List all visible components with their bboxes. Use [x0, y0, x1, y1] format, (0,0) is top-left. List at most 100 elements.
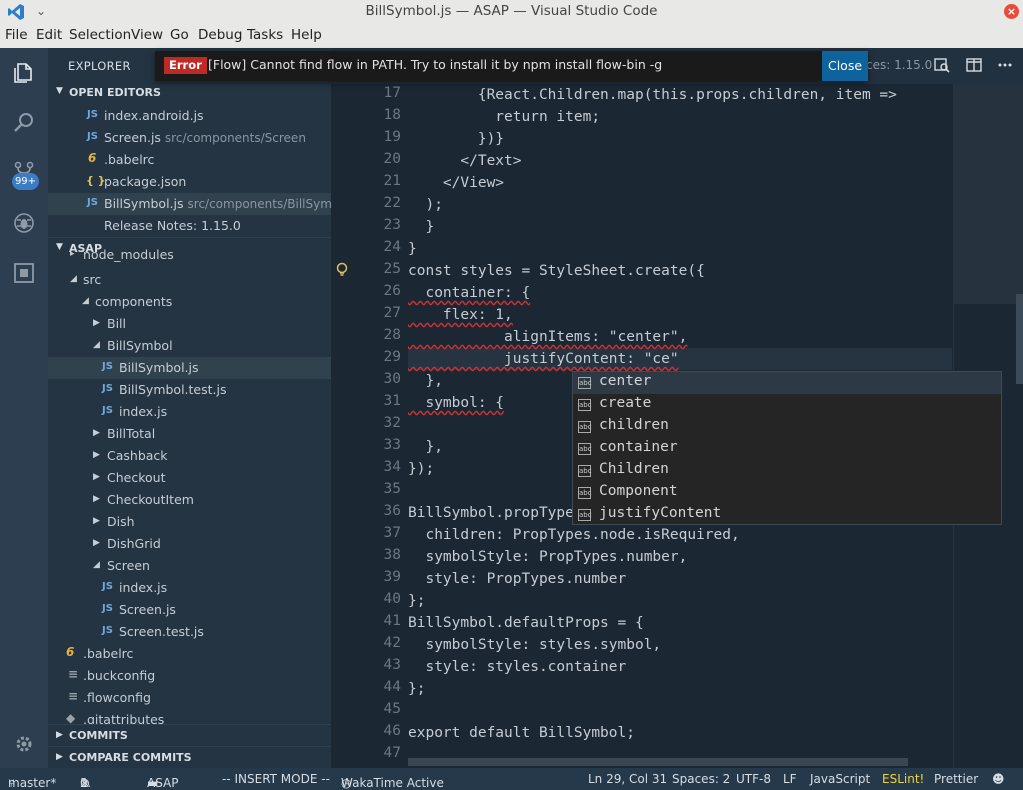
tree-file[interactable]: JS BillSymbol.test.js: [48, 379, 331, 401]
activity-bar: 99+: [0, 48, 48, 768]
chevron-right-icon: ▶: [93, 450, 100, 460]
horizontal-scrollbar[interactable]: [408, 758, 908, 766]
suggestion-item[interactable]: abc container: [573, 438, 1001, 460]
menu-go[interactable]: Go: [170, 27, 189, 43]
config-file-icon: ≡: [68, 689, 79, 703]
compare-commits-header[interactable]: ▶ COMPARE COMMITS: [48, 746, 331, 768]
settings-gear-icon[interactable]: [12, 732, 36, 756]
tree-folder[interactable]: ▶ Dish: [48, 511, 331, 533]
chevron-right-icon: ▶: [93, 318, 100, 328]
cursor-position[interactable]: Ln 29, Col 31: [588, 772, 667, 786]
suggestion-item[interactable]: abc Component: [573, 482, 1001, 504]
menu-debug[interactable]: Debug: [198, 27, 242, 43]
code-line: symbolStyle: styles.symbol,: [408, 637, 662, 653]
tree-folder[interactable]: ◢ BillSymbol: [48, 335, 331, 357]
code-line: return item;: [408, 109, 601, 125]
menu-view[interactable]: View: [131, 27, 163, 43]
notification-close-button[interactable]: Close: [822, 51, 868, 81]
tree-folder[interactable]: ◢ components: [48, 291, 331, 313]
tree-folder[interactable]: ◢ src: [48, 269, 331, 291]
line-ending[interactable]: LF: [783, 772, 797, 786]
text-word-icon: abc: [578, 487, 592, 499]
source-control-badge: 99+: [12, 173, 39, 190]
tab-release-notes-partial[interactable]: ces: 1.15.0: [866, 58, 932, 72]
menu-tasks[interactable]: Tasks: [247, 27, 283, 43]
chevron-right-icon: ▸: [70, 249, 75, 259]
js-file-icon: JS: [87, 131, 98, 142]
open-editor-item-active[interactable]: JS BillSymbol.js src/components/BillSym.…: [48, 193, 331, 215]
open-preview-icon[interactable]: [933, 56, 951, 74]
text-word-icon: abc: [578, 399, 592, 411]
code-line: })}: [408, 131, 505, 147]
text-word-icon: abc: [578, 509, 592, 521]
tree-file-active[interactable]: JS BillSymbol.js: [48, 357, 331, 379]
debug-icon[interactable]: [12, 211, 36, 235]
tree-folder[interactable]: ◢ Screen: [48, 555, 331, 577]
feedback-smiley-icon[interactable]: ☻: [992, 772, 1005, 786]
js-file-icon: JS: [102, 581, 113, 592]
eslint-status[interactable]: ESLint!: [882, 772, 924, 786]
split-editor-icon[interactable]: [965, 56, 983, 74]
open-editor-item[interactable]: { } package.json: [48, 171, 331, 193]
suggestion-item[interactable]: abc create: [573, 394, 1001, 416]
code-line: {React.Children.map(this.props.children,…: [408, 87, 897, 103]
explorer-icon[interactable]: [12, 61, 36, 85]
code-line: export default BillSymbol;: [408, 725, 635, 741]
language-mode[interactable]: JavaScript: [810, 772, 870, 786]
lightbulb-icon[interactable]: [336, 262, 348, 278]
open-editor-item[interactable]: 6 .babelrc: [48, 149, 331, 171]
tree-file[interactable]: JS index.js: [48, 577, 331, 599]
babel-file-icon: 6: [88, 151, 97, 165]
window-close-button[interactable]: ×: [1004, 4, 1019, 19]
tree-folder[interactable]: ▶ Bill: [48, 313, 331, 335]
search-icon[interactable]: [12, 111, 36, 135]
chevron-right-icon: ▶: [56, 752, 63, 762]
suggestion-item[interactable]: abc center: [573, 372, 1001, 394]
babel-file-icon: 6: [66, 645, 75, 659]
menu-help[interactable]: Help: [291, 27, 322, 43]
suggestion-item[interactable]: abc justifyContent: [573, 504, 1001, 526]
more-actions-icon[interactable]: [996, 56, 1014, 74]
menu-edit[interactable]: Edit: [36, 27, 62, 43]
tree-file[interactable]: JS index.js: [48, 401, 331, 423]
vertical-scrollbar[interactable]: [1016, 294, 1023, 384]
open-editor-item[interactable]: JS Screen.js src/components/Screen: [48, 127, 331, 149]
open-editor-item[interactable]: JS index.android.js: [48, 105, 331, 127]
js-file-icon: JS: [102, 383, 113, 394]
encoding[interactable]: UTF-8: [736, 772, 771, 786]
error-badge: Error: [164, 57, 207, 74]
vim-mode: -- INSERT MODE --: [222, 772, 330, 786]
tree-file[interactable]: JS Screen.test.js: [48, 621, 331, 643]
tree-file[interactable]: 6 .babelrc: [48, 643, 331, 665]
prettier-status[interactable]: Prettier: [934, 772, 978, 786]
status-bar: ⑂ master* ⊗ 1 ⚠ 0 ▬ ASAP -- INSERT MODE …: [0, 768, 1023, 790]
extensions-icon[interactable]: [12, 261, 36, 285]
suggestion-item[interactable]: abc Children: [573, 460, 1001, 482]
menu-selection[interactable]: Selection: [69, 27, 131, 43]
suggestion-item[interactable]: abc children: [573, 416, 1001, 438]
text-word-icon: abc: [578, 421, 592, 433]
indentation[interactable]: Spaces: 2: [672, 772, 730, 786]
tree-folder[interactable]: ▶ DishGrid: [48, 533, 331, 555]
tree-folder[interactable]: ▶ BillTotal: [48, 423, 331, 445]
tree-folder[interactable]: ▶ Checkout: [48, 467, 331, 489]
minimap-slider[interactable]: [954, 84, 1023, 304]
code-line: });: [408, 461, 435, 477]
open-editors-header[interactable]: ▼ OPEN EDITORS: [48, 82, 331, 104]
tree-folder[interactable]: ▶ CheckoutItem: [48, 489, 331, 511]
tree-folder[interactable]: ▶ Cashback: [48, 445, 331, 467]
tree-file[interactable]: ≡ .flowconfig: [48, 687, 331, 709]
chevron-right-icon: ▶: [93, 428, 100, 438]
tree-file[interactable]: JS Screen.js: [48, 599, 331, 621]
chevron-right-icon: ▶: [93, 472, 100, 482]
line-number-gutter: 17 18 19 20 21 22 23 24 25 26 27 28 29 3…: [383, 85, 401, 761]
code-line: alignItems: "center",: [408, 329, 688, 345]
commits-header[interactable]: ▶ COMMITS: [48, 724, 331, 746]
menu-file[interactable]: File: [5, 27, 28, 43]
tree-file[interactable]: ≡ .buckconfig: [48, 665, 331, 687]
tree-folder[interactable]: ▸ node_modules: [48, 248, 331, 266]
open-editor-item[interactable]: Release Notes: 1.15.0: [48, 215, 331, 237]
code-line: const styles = StyleSheet.create({: [408, 263, 705, 279]
code-line: }: [408, 219, 435, 235]
error-notification: Error [Flow] Cannot find flow in PATH. T…: [155, 51, 868, 81]
